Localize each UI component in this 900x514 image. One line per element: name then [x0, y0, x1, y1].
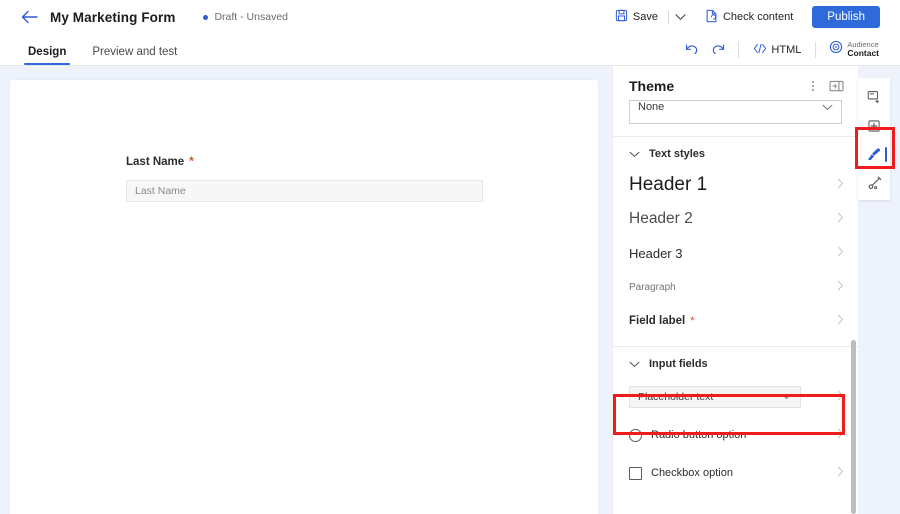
required-asterisk: * [189, 154, 194, 168]
divider [668, 11, 669, 24]
last-name-input-placeholder: Last Name [135, 185, 186, 197]
radio-button-icon [629, 429, 642, 442]
chevron-right-icon [837, 426, 844, 444]
chevron-down-icon [629, 151, 640, 158]
input-row-radio-button-option[interactable]: Radio button option [613, 416, 858, 454]
style-row-header-1[interactable]: Header 1 [613, 168, 858, 202]
theme-select-value: None [638, 101, 664, 113]
tab-design-label: Design [28, 46, 66, 58]
panel-scrollbar[interactable] [851, 340, 856, 514]
checkbox-icon [629, 467, 642, 480]
page-title: My Marketing Form [50, 10, 175, 25]
undo-arrow-icon[interactable] [680, 39, 704, 61]
audience-contact-button[interactable]: Audience Contact [824, 38, 884, 61]
tab-preview-and-test[interactable]: Preview and test [84, 42, 185, 65]
panel-header-actions [809, 78, 844, 94]
rail-card [858, 78, 890, 200]
required-asterisk: * [690, 315, 694, 327]
last-name-input[interactable]: Last Name [126, 180, 483, 202]
input-row-placeholder-text[interactable]: Placeholder text [613, 378, 858, 416]
form-card[interactable]: Last Name * Last Name [10, 80, 598, 514]
chevron-right-icon [837, 212, 844, 226]
section-header-text-styles[interactable]: Text styles [613, 137, 858, 168]
add-section-icon[interactable] [859, 82, 889, 111]
check-content-label: Check content [723, 11, 793, 23]
right-icon-rail [858, 66, 900, 514]
tab-list: Design Preview and test [20, 42, 185, 65]
add-field-plus-icon[interactable] [859, 111, 889, 140]
html-button[interactable]: HTML [747, 40, 807, 60]
style-label-field-label: Field label [629, 315, 685, 327]
chevron-down-icon [822, 102, 833, 114]
section-label-text-styles: Text styles [649, 148, 705, 160]
divider [738, 42, 739, 58]
html-label: HTML [771, 44, 801, 56]
tab-preview-and-test-label: Preview and test [92, 46, 177, 58]
tab-strip-actions: HTML Audience Contact [680, 38, 884, 65]
panel-collapse-icon[interactable] [829, 80, 844, 92]
status-dot [203, 15, 208, 20]
publish-button[interactable]: Publish [812, 6, 880, 28]
style-row-header-3[interactable]: Header 3 [613, 236, 858, 270]
chevron-right-icon [837, 388, 844, 406]
chevron-right-icon [837, 314, 844, 328]
form-field-label: Last Name * [126, 154, 598, 168]
audience-label-line2: Contact [847, 49, 879, 58]
status-badge: Draft - Unsaved [203, 11, 288, 23]
document-check-icon [705, 9, 718, 26]
chevron-right-icon [837, 246, 844, 260]
chevron-right-icon [837, 464, 844, 482]
radio-option-label: Radio button option [651, 429, 746, 441]
style-row-paragraph[interactable]: Paragraph [613, 270, 858, 304]
chevron-right-icon [837, 178, 844, 192]
more-vertical-icon[interactable] [809, 78, 817, 94]
arrow-left-icon[interactable] [20, 8, 38, 26]
field-label-text: Last Name [126, 156, 184, 168]
style-label-header-1: Header 1 [629, 174, 707, 196]
top-command-bar-actions: Save Check content Publish [608, 5, 880, 30]
chevron-right-icon [837, 280, 844, 294]
divider [815, 42, 816, 58]
form-canvas-area: Last Name * Last Name [0, 66, 612, 514]
magic-wand-icon[interactable] [859, 169, 889, 198]
save-options-chevron-down-icon[interactable] [672, 7, 690, 27]
tab-design[interactable]: Design [20, 42, 74, 65]
style-label-paragraph: Paragraph [629, 282, 676, 293]
code-brackets-icon [753, 43, 767, 57]
style-label-header-3: Header 3 [629, 246, 682, 261]
selected-indicator [885, 147, 888, 162]
chevron-down-icon [629, 361, 640, 368]
save-label: Save [633, 11, 658, 23]
redo-arrow-icon[interactable] [706, 39, 730, 61]
checkbox-option-label: Checkbox option [651, 467, 733, 479]
section-header-input-fields[interactable]: Input fields [613, 347, 858, 378]
placeholder-text-select[interactable]: Placeholder text [629, 386, 801, 408]
style-row-field-label[interactable]: Field label * [613, 304, 858, 338]
status-text: Draft - Unsaved [214, 11, 288, 23]
theme-properties-panel: Theme None [612, 66, 858, 514]
theme-select-wrapper: None [613, 100, 858, 124]
target-audience-icon [829, 40, 843, 59]
theme-select[interactable]: None [629, 100, 842, 124]
chevron-down-icon [781, 391, 792, 403]
save-disk-icon [615, 9, 628, 25]
placeholder-text-value: Placeholder text [638, 391, 713, 403]
input-row-checkbox-option[interactable]: Checkbox option [613, 454, 858, 492]
panel-title: Theme [629, 78, 674, 94]
tab-strip: Design Preview and test [0, 34, 900, 66]
save-button[interactable]: Save [608, 5, 665, 29]
top-command-bar: My Marketing Form Draft - Unsaved Save [0, 0, 900, 34]
style-label-header-2: Header 2 [629, 210, 693, 228]
style-row-header-2[interactable]: Header 2 [613, 202, 858, 236]
form-designer-app: My Marketing Form Draft - Unsaved Save [0, 0, 900, 514]
check-content-button[interactable]: Check content [698, 5, 800, 30]
audience-contact-labels: Audience Contact [847, 41, 879, 59]
paintbrush-icon[interactable] [859, 140, 889, 169]
section-label-input-fields: Input fields [649, 358, 708, 370]
